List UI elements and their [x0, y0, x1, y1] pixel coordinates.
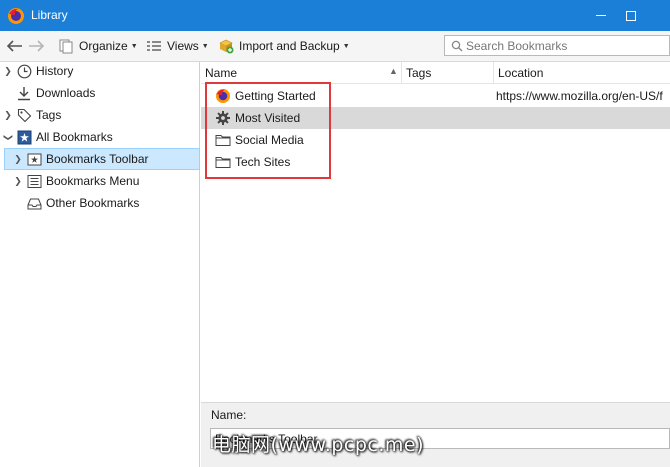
firefox-icon — [216, 89, 230, 103]
title-bar: Library — [0, 0, 670, 31]
maximize-button[interactable] — [608, 0, 654, 31]
list-item-location: https://www.mozilla.org/en-US/f — [496, 89, 663, 103]
column-location-label: Location — [498, 66, 544, 80]
sidebar-item-history[interactable]: ❯ History — [3, 60, 73, 82]
organize-label: Organize — [79, 39, 128, 53]
import-backup-label: Import and Backup — [239, 39, 340, 53]
sidebar-item-bookmarks-toolbar[interactable]: ❯ Bookmarks Toolbar — [4, 148, 200, 170]
column-name[interactable]: Name — [205, 62, 401, 84]
sidebar-item-all-bookmarks[interactable]: ❯ All Bookmarks — [3, 126, 113, 148]
list-item[interactable]: Getting Started https://www.mozilla.org/… — [201, 85, 670, 107]
search-icon — [451, 40, 463, 52]
sort-ascending-icon: ▲ — [389, 66, 398, 76]
sidebar-item-label: Tags — [36, 108, 62, 122]
views-menu[interactable]: Views ▼ — [146, 37, 209, 55]
tag-icon — [16, 107, 32, 123]
bookmarks-list: Name ▲ Tags Location Getting Started htt… — [201, 62, 670, 402]
download-icon — [16, 85, 32, 101]
bookmarks-icon — [16, 129, 32, 145]
column-divider[interactable] — [493, 62, 494, 84]
watermark-text: 电脑网(www.pcpc.me) — [212, 434, 424, 456]
dropdown-arrow-icon: ▼ — [130, 42, 138, 50]
sidebar-item-bookmarks-menu[interactable]: ❯ Bookmarks Menu — [13, 170, 139, 192]
forward-arrow-icon — [29, 40, 45, 52]
sidebar-item-downloads[interactable]: Downloads — [13, 82, 95, 104]
folder-icon — [215, 135, 231, 146]
expand-chevron-icon[interactable]: ❯ — [3, 110, 13, 121]
back-arrow-icon — [6, 40, 22, 52]
maximize-icon — [626, 10, 636, 21]
list-item-name: Most Visited — [235, 111, 301, 125]
import-backup-menu[interactable]: Import and Backup ▼ — [217, 37, 350, 55]
name-field-label: Name: — [211, 408, 247, 422]
sidebar-item-label: History — [36, 64, 74, 78]
minimize-icon — [596, 15, 606, 16]
column-header: Name ▲ Tags Location — [201, 62, 670, 84]
sidebar-item-label: Bookmarks Menu — [46, 174, 140, 188]
views-list-icon — [147, 41, 161, 51]
sidebar-item-tags[interactable]: ❯ Tags — [3, 104, 61, 126]
import-icon — [219, 39, 234, 54]
dropdown-arrow-icon: ▼ — [342, 42, 350, 50]
views-label: Views — [167, 39, 199, 53]
column-tags-label: Tags — [406, 66, 432, 80]
list-item[interactable]: Social Media — [201, 129, 670, 151]
window-title: Library — [31, 8, 68, 22]
column-tags[interactable]: Tags — [406, 62, 494, 84]
expand-chevron-icon[interactable]: ❯ — [13, 176, 23, 187]
sidebar-item-label: All Bookmarks — [36, 130, 113, 144]
search-input[interactable] — [464, 37, 664, 54]
list-item-name: Tech Sites — [235, 155, 291, 169]
list-item-name: Social Media — [235, 133, 304, 147]
sidebar-item-label: Downloads — [36, 86, 96, 100]
back-button[interactable] — [5, 37, 23, 55]
tray-icon — [26, 195, 42, 211]
collapse-chevron-icon[interactable]: ❯ — [3, 132, 14, 142]
clock-icon — [16, 63, 32, 79]
sidebar-item-label: Bookmarks Toolbar — [46, 152, 149, 166]
dropdown-arrow-icon: ▼ — [201, 42, 209, 50]
sidebar-item-other-bookmarks[interactable]: Other Bookmarks — [23, 192, 139, 214]
expand-chevron-icon[interactable]: ❯ — [13, 154, 23, 165]
column-name-label: Name — [205, 66, 238, 80]
sidebar-tree: ❯ History Downloads ❯ Tags ❯ All Bookmar… — [0, 62, 200, 467]
expand-chevron-icon[interactable]: ❯ — [3, 66, 13, 77]
sidebar-item-label: Other Bookmarks — [46, 196, 140, 210]
folder-icon — [215, 157, 231, 168]
gear-icon — [216, 111, 230, 125]
firefox-icon — [8, 8, 24, 24]
list-item[interactable]: Most Visited — [201, 107, 670, 129]
search-field[interactable] — [444, 35, 670, 56]
organize-menu[interactable]: Organize ▼ — [58, 37, 138, 55]
bookmarks-menu-icon — [26, 173, 42, 189]
list-item[interactable]: Tech Sites — [201, 151, 670, 173]
organize-icon — [59, 39, 73, 54]
column-divider[interactable] — [401, 62, 402, 84]
forward-button[interactable] — [28, 37, 46, 55]
list-item-name: Getting Started — [235, 89, 316, 103]
bookmarks-toolbar-icon — [26, 151, 42, 167]
column-location[interactable]: Location — [498, 62, 668, 84]
